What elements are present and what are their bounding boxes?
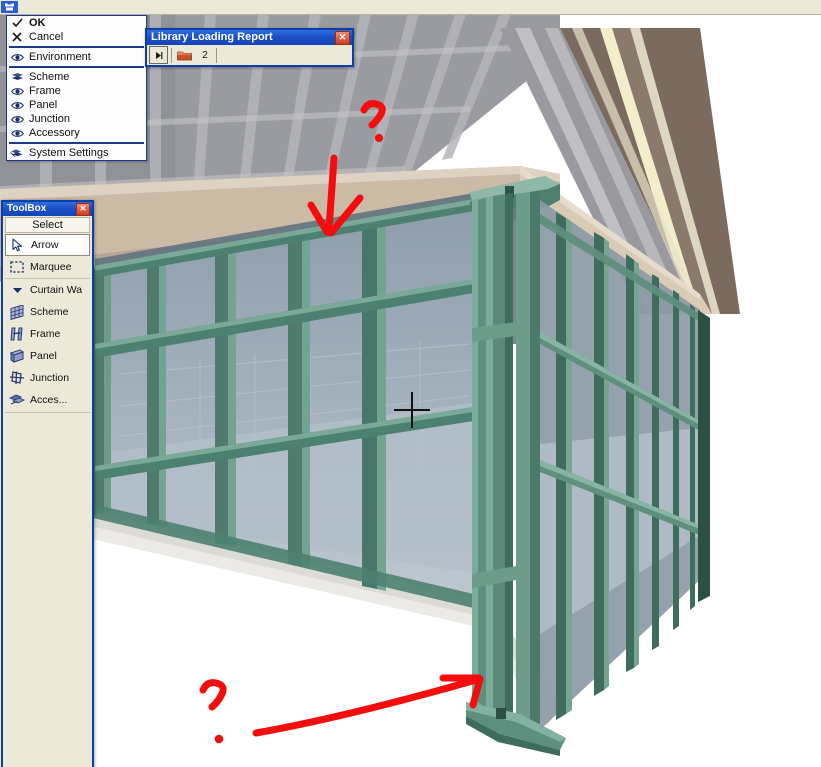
marquee-icon (8, 259, 26, 275)
palette-separator-3 (9, 142, 144, 144)
accessory-icon (8, 392, 26, 408)
toolbox-divider (5, 412, 90, 413)
palette-item-scheme[interactable]: Scheme (7, 70, 146, 84)
library-loading-report-dialog[interactable]: Library Loading Report ✕ 2 (145, 28, 354, 67)
toolbar-divider (171, 47, 172, 63)
toolbox-title-bar[interactable]: ToolBox ✕ (3, 202, 92, 216)
play-arrow-icon[interactable] (149, 46, 168, 64)
tool-curtain-wall-group[interactable]: Curtain Wa (5, 278, 90, 301)
eye-icon (10, 51, 24, 63)
dialog-toolbar: 2 (147, 45, 352, 65)
panel-icon (8, 348, 26, 364)
palette-item-label: Scheme (29, 71, 70, 83)
tool-label: Frame (30, 328, 61, 340)
palette-item-label: Junction (29, 113, 70, 125)
tool-marquee[interactable]: Marquee (5, 256, 90, 278)
toolbox-panel[interactable]: ToolBox ✕ Select Arrow Marquee Curtain W… (1, 200, 94, 767)
palette-item-label: Accessory (29, 127, 80, 139)
dialog-toolbar-filler (220, 47, 350, 63)
junction-icon (8, 370, 26, 386)
folder-icon[interactable] (175, 47, 194, 63)
tool-arrow[interactable]: Arrow (5, 234, 90, 256)
dialog-title: Library Loading Report (151, 31, 273, 43)
checkmark-icon (10, 17, 24, 29)
dialog-title-bar[interactable]: Library Loading Report ✕ (147, 30, 352, 45)
save-icon[interactable] (1, 1, 18, 13)
mesh-icon (10, 71, 24, 83)
frame-icon (8, 326, 26, 342)
palette-item-label: Cancel (29, 31, 64, 43)
palette-item-label: System Settings (29, 147, 109, 159)
eye-icon (10, 99, 24, 111)
settings-mesh-icon (10, 147, 24, 159)
curtain-wall-editing-palette[interactable]: OK Cancel Environment Scheme Frame Panel… (6, 15, 147, 161)
tool-label: Panel (30, 350, 57, 362)
palette-item-environment[interactable]: Environment (7, 50, 146, 64)
eye-icon (10, 113, 24, 125)
eye-icon (10, 127, 24, 139)
palette-item-panel[interactable]: Panel (7, 98, 146, 112)
palette-item-label: Panel (29, 99, 58, 111)
tool-label: Marquee (30, 261, 72, 273)
tool-junction[interactable]: Junction (5, 367, 90, 389)
palette-item-label: Environment (29, 51, 91, 63)
palette-separator-2 (9, 66, 144, 68)
palette-item-ok[interactable]: OK (7, 16, 146, 30)
toolbar-divider (216, 47, 217, 63)
palette-separator-1 (9, 46, 144, 48)
tool-frame[interactable]: Frame (5, 323, 90, 345)
close-icon[interactable]: ✕ (335, 30, 350, 45)
tool-label: Scheme (30, 306, 69, 318)
close-icon[interactable]: ✕ (76, 202, 90, 216)
eye-icon (10, 85, 24, 97)
tool-label: Arrow (31, 239, 59, 251)
toolbox-section-select: Select (5, 217, 90, 233)
tool-label: Acces... (30, 394, 68, 406)
application-window: OK Cancel Environment Scheme Frame Panel… (0, 0, 821, 767)
loaded-item-count: 2 (202, 49, 208, 61)
toolbox-title: ToolBox (7, 203, 47, 214)
scheme-grid-icon (8, 304, 26, 320)
chevron-down-icon (8, 282, 26, 298)
x-mark-icon (10, 31, 24, 43)
window-top-strip (0, 0, 821, 15)
tool-label: Curtain Wa (30, 284, 83, 296)
palette-item-label: Frame (29, 85, 61, 97)
tool-label: Junction (30, 372, 70, 384)
tool-scheme[interactable]: Scheme (5, 301, 90, 323)
palette-item-cancel[interactable]: Cancel (7, 30, 146, 44)
tool-accessory[interactable]: Acces... (5, 389, 90, 411)
palette-item-frame[interactable]: Frame (7, 84, 146, 98)
palette-item-label: OK (29, 17, 46, 29)
arrow-cursor-icon (9, 237, 27, 253)
tool-panel[interactable]: Panel (5, 345, 90, 367)
palette-item-junction[interactable]: Junction (7, 112, 146, 126)
palette-item-system-settings[interactable]: System Settings (7, 146, 146, 160)
palette-item-accessory[interactable]: Accessory (7, 126, 146, 140)
